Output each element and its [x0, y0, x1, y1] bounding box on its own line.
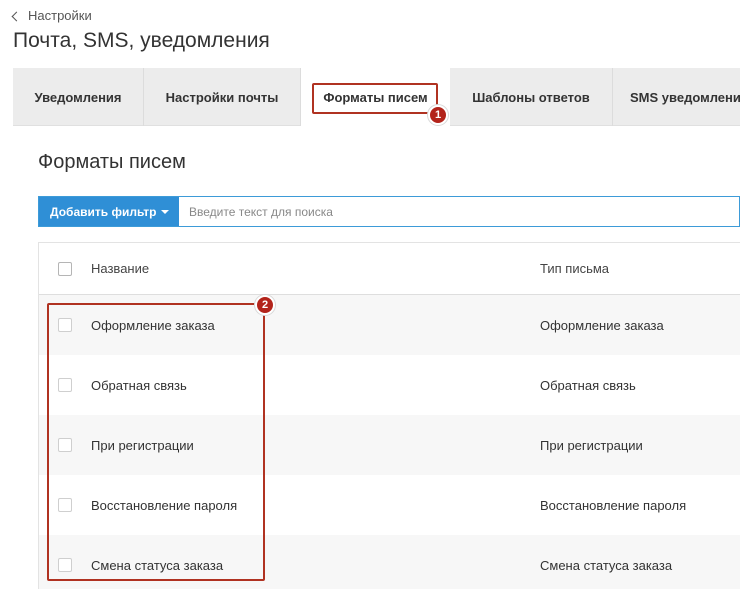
search-input[interactable]: [179, 197, 739, 226]
column-header-type[interactable]: Тип письма: [540, 261, 740, 276]
tab-reply-templates[interactable]: Шаблоны ответов: [450, 68, 613, 126]
row-type: Обратная связь: [540, 377, 636, 393]
annotation-badge-2: 2: [255, 295, 275, 315]
add-filter-button[interactable]: Добавить фильтр: [39, 197, 179, 226]
back-link[interactable]: Настройки: [11, 8, 92, 23]
row-type: Смена статуса заказа: [540, 557, 673, 573]
select-all-checkbox[interactable]: [58, 261, 72, 276]
row-type: При регистрации: [540, 437, 643, 453]
back-link-label: Настройки: [28, 8, 92, 23]
table-header: Название Тип письма: [39, 243, 740, 295]
chevron-left-icon: [11, 11, 22, 21]
add-filter-label: Добавить фильтр: [50, 204, 157, 219]
row-type: Восстановление пароля: [540, 497, 687, 513]
tab-sms-notifications[interactable]: SMS уведомления: [613, 68, 740, 126]
annotation-badge-1: 1: [428, 105, 448, 125]
section-title: Форматы писем: [38, 151, 186, 173]
column-header-name[interactable]: Название: [91, 261, 540, 276]
annotation-highlight-tab: [312, 83, 438, 114]
page: Настройки Почта, SMS, уведомления Уведом…: [0, 0, 740, 589]
annotation-highlight-names: [47, 303, 265, 581]
tab-notifications[interactable]: Уведомления: [13, 68, 144, 126]
caret-down-icon: [161, 210, 170, 214]
filter-bar: Добавить фильтр: [38, 196, 740, 227]
page-title: Почта, SMS, уведомления: [13, 29, 270, 52]
row-type: Оформление заказа: [540, 317, 664, 333]
tab-mail-settings[interactable]: Настройки почты: [144, 68, 301, 126]
